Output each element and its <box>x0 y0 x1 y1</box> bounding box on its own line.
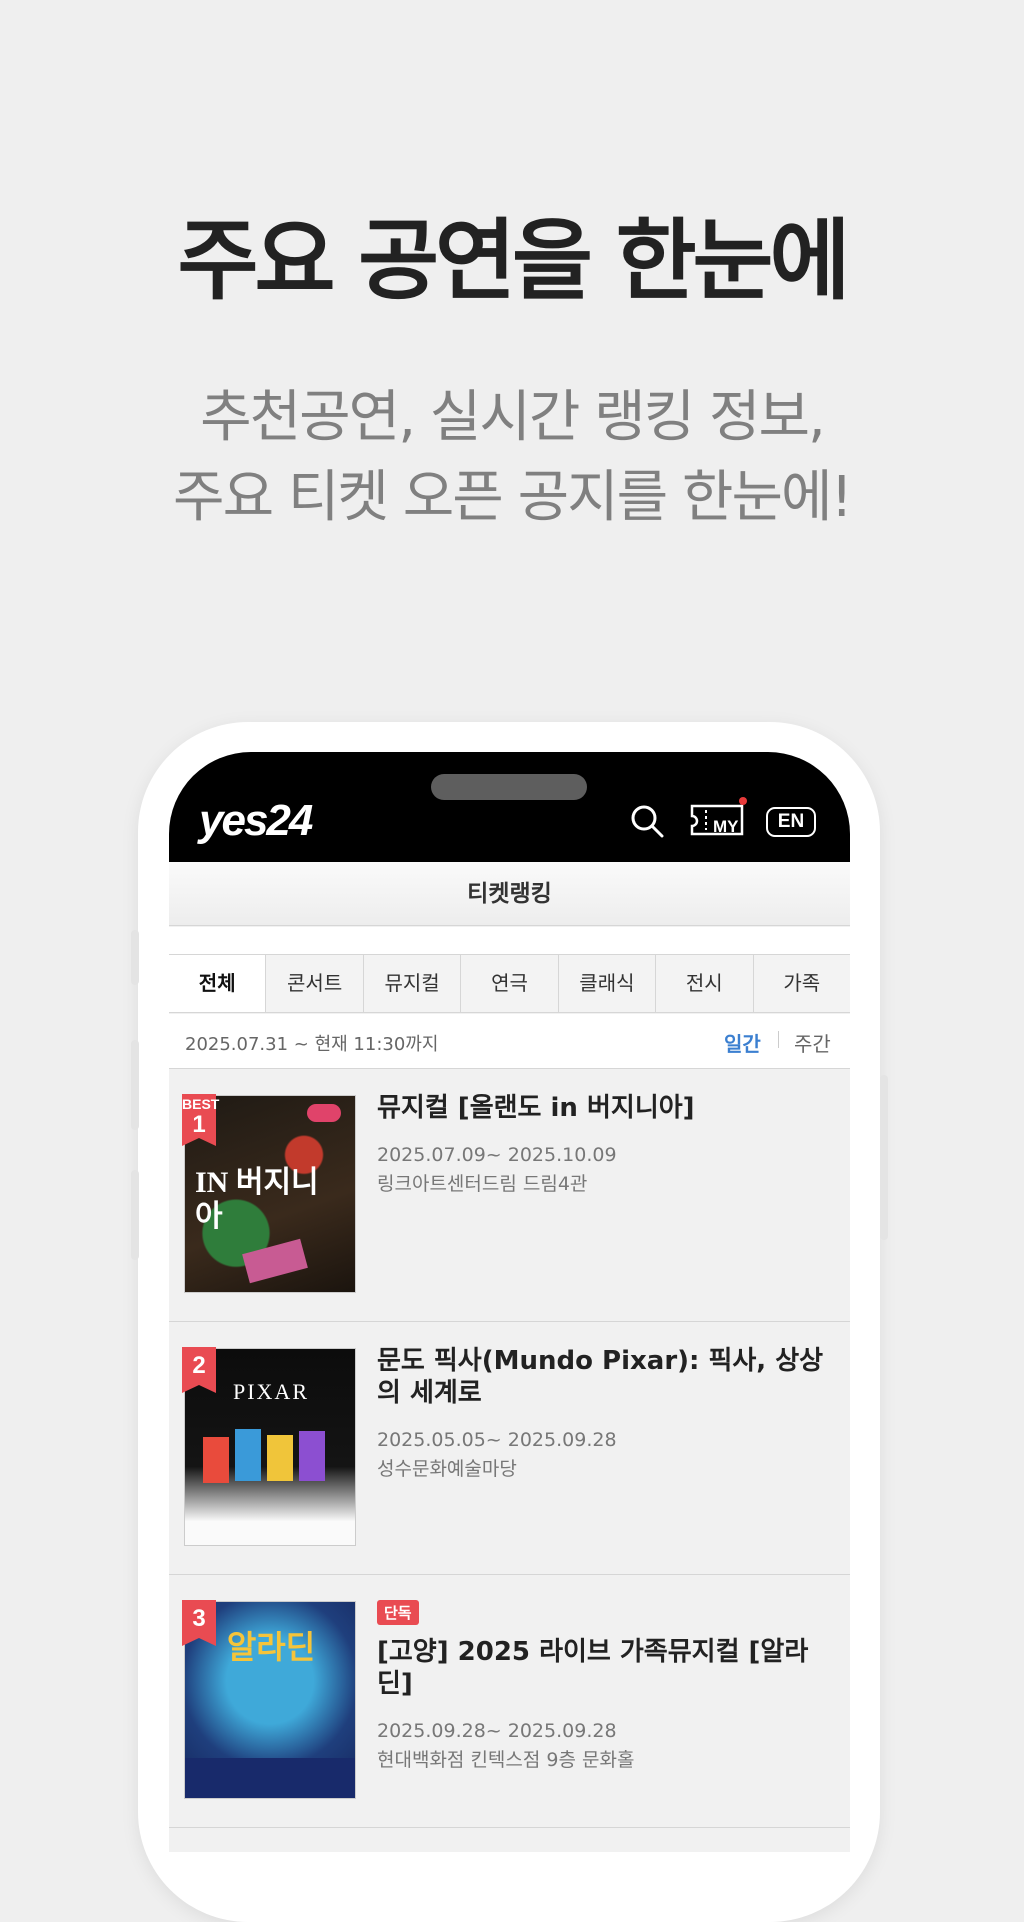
rank-badge: 2 <box>182 1347 216 1393</box>
phone-side-button <box>131 1040 139 1130</box>
poster-art <box>242 1238 308 1284</box>
best-label: BEST <box>182 1096 220 1112</box>
phone-screen: yes24 MY EN 티켓랭킹 전체 콘서트 뮤지컬 연극 클래식 전시 가족… <box>169 752 850 1852</box>
item-date: 2025.05.05~ 2025.09.28 <box>377 1429 617 1451</box>
item-date: 2025.07.09~ 2025.10.09 <box>377 1144 617 1166</box>
tab-family[interactable]: 가족 <box>752 955 850 1012</box>
rank-badge: 3 <box>182 1600 216 1646</box>
item-venue: 현대백화점 킨텍스점 9층 문화홀 <box>377 1749 635 1771</box>
poster-art <box>203 1437 229 1483</box>
item-title[interactable]: [고양] 2025 라이브 가족뮤지컬 [알라딘] <box>377 1636 832 1700</box>
daily-toggle[interactable]: 일간 <box>724 1028 761 1057</box>
period-bar: 2025.07.31 ~ 현재 11:30까지 일간 주간 <box>169 1014 850 1069</box>
ranking-item[interactable]: PIXAR 2 문도 픽사(Mundo Pixar): 픽사, 상상의 세계로 … <box>169 1323 850 1575</box>
item-date: 2025.09.28~ 2025.09.28 <box>377 1720 617 1742</box>
poster-title: IN 버지니아 <box>195 1166 319 1233</box>
tab-all[interactable]: 전체 <box>169 955 266 1012</box>
tab-concert[interactable]: 콘서트 <box>265 955 362 1012</box>
tab-play[interactable]: 연극 <box>460 955 557 1012</box>
rank-badge: BEST 1 <box>182 1094 220 1146</box>
ranking-item[interactable]: IN 버지니아 BEST 1 뮤지컬 [올랜도 in 버지니아] 2025.07… <box>169 1070 850 1322</box>
notification-dot <box>739 797 747 805</box>
ranking-period-text: 2025.07.31 ~ 현재 11:30까지 <box>185 1034 439 1055</box>
promo-subline-2: 주요 티켓 오픈 공지를 한눈에! <box>173 465 853 530</box>
poster-art <box>299 1431 325 1481</box>
tab-musical[interactable]: 뮤지컬 <box>362 955 460 1012</box>
divider <box>169 927 850 955</box>
app-header: yes24 MY EN <box>169 752 850 862</box>
exclusive-badge: 단독 <box>377 1600 419 1625</box>
poster-art <box>267 1435 293 1481</box>
my-label: MY <box>713 817 739 836</box>
yes24-logo[interactable]: yes24 <box>199 796 313 846</box>
item-venue: 성수문화예술마당 <box>377 1458 517 1480</box>
category-tabs: 전체 콘서트 뮤지컬 연극 클래식 전시 가족 <box>169 955 850 1013</box>
poster-art <box>185 1758 355 1798</box>
item-venue: 링크아트센터드림 드림4관 <box>377 1173 588 1195</box>
weekly-toggle[interactable]: 주간 <box>794 1028 831 1057</box>
rank-number: 2 <box>192 1352 206 1379</box>
poster-art <box>307 1104 341 1122</box>
item-title[interactable]: 뮤지컬 [올랜도 in 버지니아] <box>377 1092 832 1124</box>
rank-number: 3 <box>192 1605 206 1632</box>
item-title[interactable]: 문도 픽사(Mundo Pixar): 픽사, 상상의 세계로 <box>377 1345 832 1409</box>
tab-classic[interactable]: 클래식 <box>557 955 655 1012</box>
promo-headline: 주요 공연을 한눈에 <box>177 209 851 312</box>
language-button[interactable]: EN <box>766 807 816 837</box>
period-separator <box>778 1031 779 1048</box>
rank-number: 1 <box>192 1111 206 1138</box>
promo-subline-1: 추천공연, 실시간 랭킹 정보, <box>200 385 826 450</box>
page-title: 티켓랭킹 <box>169 862 850 926</box>
poster-art <box>235 1429 261 1481</box>
tab-exhibition[interactable]: 전시 <box>655 955 752 1012</box>
phone-side-button <box>131 1170 139 1260</box>
phone-side-button <box>131 930 139 985</box>
phone-side-button <box>880 1075 888 1240</box>
search-icon[interactable] <box>630 804 664 838</box>
ranking-item[interactable]: 알라딘 3 단독 [고양] 2025 라이브 가족뮤지컬 [알라딘] 2025.… <box>169 1576 850 1828</box>
phone-notch <box>431 774 587 800</box>
